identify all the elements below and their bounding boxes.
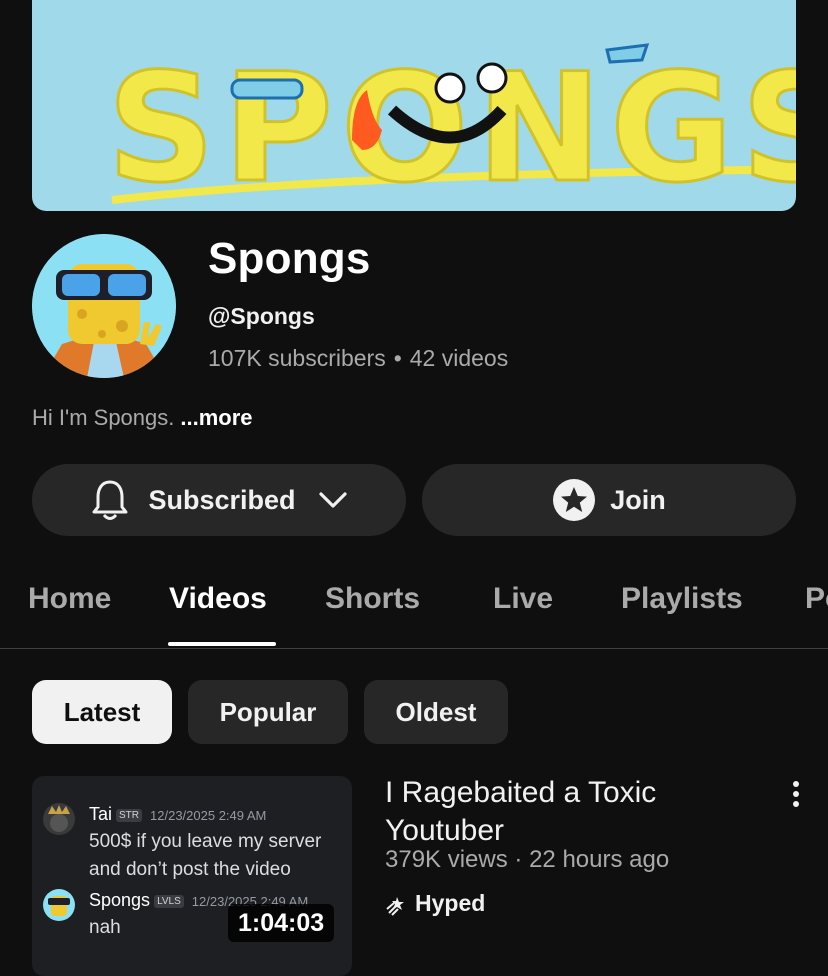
chip-latest[interactable]: Latest [32,680,172,744]
channel-stats: 107K subscribers • 42 videos [208,345,508,372]
thumb-msg1-time: 12/23/2025 2:49 AM [150,808,267,823]
thumb-msg2-tag: LVLS [154,895,184,908]
banner-text: SPONGS [107,42,796,211]
channel-banner: SPONGS [32,0,796,211]
subscribe-button[interactable]: Subscribed [32,464,406,536]
more-link[interactable]: ...more [180,405,252,430]
video-meta: 379K views · 22 hours ago [385,846,669,874]
subscribe-label: Subscribed [148,484,296,515]
thumb-avatar-1 [42,802,76,841]
video-count: 42 videos [409,345,509,371]
banner-artwork: SPONGS [106,41,797,212]
chevron-down-icon [318,490,348,510]
video-title[interactable]: I Ragebaited a Toxic Youtuber [385,774,765,850]
channel-handle: @Spongs [208,303,315,329]
tab-shorts[interactable]: Shorts [325,582,420,616]
chip-oldest[interactable]: Oldest [364,680,508,744]
subscriber-count: 107K subscribers [208,345,386,371]
tab-posts[interactable]: Po [805,582,828,616]
thumb-msg1-tag: STR [116,809,143,822]
video-age: 22 hours ago [529,846,670,873]
channel-avatar[interactable] [32,234,176,378]
stats-separator: • [393,345,402,371]
chip-popular[interactable]: Popular [188,680,348,744]
tab-home[interactable]: Home [28,582,111,616]
tab-playlists[interactable]: Playlists [621,582,743,616]
video-thumbnail[interactable]: Tai STR 12/23/2025 2:49 AM 500$ if you lea… [32,776,352,976]
join-button[interactable]: Join [422,464,796,536]
active-tab-indicator [168,642,276,646]
thumb-msg2-name: Spongs [89,890,151,910]
thumb-msg1-line2: and don’t post the video [89,859,291,880]
video-duration: 1:04:03 [228,904,335,942]
hyped-badge: Hyped [385,890,485,917]
join-label: Join [610,484,666,515]
video-views: 379K views [385,846,508,873]
tab-live[interactable]: Live [493,582,553,616]
hyped-label: Hyped [415,890,486,916]
thumb-msg2-text: nah [89,917,121,938]
channel-name: Spongs [208,234,371,283]
tab-videos[interactable]: Videos [169,582,267,616]
hype-icon [385,891,411,917]
thumb-msg1-line1: 500$ if you leave my server [89,831,322,852]
thumb-avatar-2 [42,888,76,927]
channel-description[interactable]: Hi I'm Spongs. ...more [32,405,253,431]
meta-separator: · [514,846,523,873]
description-text: Hi I'm Spongs. [32,405,175,430]
channel-tabs: Home Videos Shorts Live Playlists Po [0,570,828,649]
more-options-icon[interactable] [786,780,806,810]
thumb-msg1-name: Tai [89,804,113,824]
bell-icon [90,478,130,522]
star-badge-icon [552,478,596,522]
